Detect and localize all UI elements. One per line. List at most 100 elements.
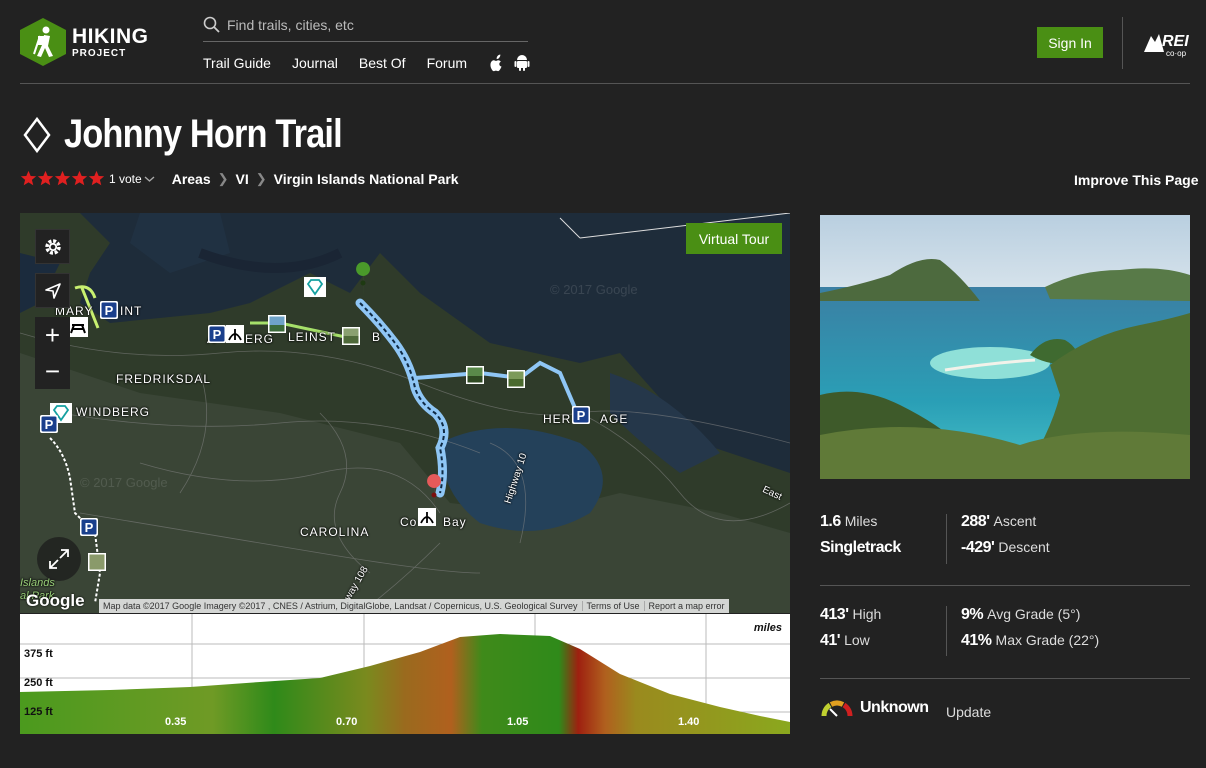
trail-type-stat: Singletrack bbox=[820, 539, 901, 565]
gear-icon bbox=[44, 238, 61, 255]
improve-page-link[interactable]: Improve This Page bbox=[1074, 172, 1198, 188]
map-label-windberg: WINDBERG bbox=[76, 405, 150, 419]
svg-text:REI: REI bbox=[1162, 33, 1189, 50]
photo-thumb-icon[interactable] bbox=[466, 366, 484, 384]
map-watermark: © 2017 Google bbox=[550, 282, 638, 297]
nav-best-of[interactable]: Best Of bbox=[359, 55, 406, 71]
elevation-profile[interactable]: miles 375 ft 250 ft 125 ft 0.35 0.70 1.0… bbox=[20, 614, 790, 734]
trail-type: Singletrack bbox=[820, 539, 901, 556]
rei-logo-icon[interactable]: REI co·op bbox=[1142, 26, 1192, 60]
sign-in-button[interactable]: Sign In bbox=[1037, 27, 1103, 58]
main-nav: Trail Guide Journal Best Of Forum bbox=[203, 54, 540, 72]
star-icon bbox=[71, 170, 88, 186]
beach-icon[interactable] bbox=[418, 508, 436, 526]
low-value: 41' bbox=[820, 632, 841, 649]
logo-line1: HIKING bbox=[72, 24, 149, 48]
y-tick-250: 250 ft bbox=[24, 677, 53, 689]
star-icon bbox=[88, 170, 105, 186]
star-icon bbox=[37, 170, 54, 186]
vote-count[interactable]: 1 vote bbox=[109, 172, 142, 186]
stats-block-1: 1.6 Miles Singletrack bbox=[820, 513, 901, 565]
zoom-out-button[interactable]: − bbox=[35, 353, 70, 389]
top-bar: HIKING PROJECT Trail Guide Journal Best … bbox=[0, 0, 1206, 84]
distance-value: 1.6 bbox=[820, 513, 841, 530]
update-conditions-link[interactable]: Update bbox=[946, 704, 991, 720]
parking-icon[interactable]: P bbox=[80, 518, 98, 536]
y-tick-125: 125 ft bbox=[24, 706, 53, 718]
photo-thumb-icon[interactable] bbox=[268, 315, 286, 333]
star-icon bbox=[54, 170, 71, 186]
logo-line2: PROJECT bbox=[72, 47, 127, 59]
avg-grade-stat: 9% Avg Grade (5°) bbox=[961, 606, 1099, 632]
viewpoint-icon[interactable] bbox=[304, 277, 326, 297]
stats-block-2: 288' Ascent -429' Descent bbox=[961, 513, 1050, 565]
max-grade-label: Max Grade (22°) bbox=[995, 632, 1100, 648]
high-value: 413' bbox=[820, 606, 849, 623]
breadcrumb-vi[interactable]: VI bbox=[236, 171, 249, 187]
nav-journal[interactable]: Journal bbox=[292, 55, 338, 71]
parking-icon[interactable]: P bbox=[100, 301, 118, 319]
high-stat: 413' High bbox=[820, 606, 881, 632]
x-tick-035: 0.35 bbox=[165, 716, 187, 728]
search-input[interactable] bbox=[227, 16, 517, 33]
x-tick-070: 0.70 bbox=[336, 716, 358, 728]
x-tick-140: 1.40 bbox=[678, 716, 700, 728]
condition-gauge-icon bbox=[821, 700, 853, 717]
photo-thumb-icon[interactable] bbox=[507, 370, 525, 388]
condition-status: Unknown bbox=[860, 699, 929, 716]
parking-icon[interactable]: P bbox=[572, 406, 590, 424]
stats-block-4: 9% Avg Grade (5°) 41% Max Grade (22°) bbox=[961, 606, 1099, 658]
map-settings-button[interactable] bbox=[35, 229, 70, 264]
map-data-credit: Map data ©2017 Google Imagery ©2017 , CN… bbox=[99, 601, 583, 611]
header-divider bbox=[1122, 17, 1123, 69]
search-icon bbox=[203, 16, 220, 33]
breadcrumb-areas[interactable]: Areas bbox=[172, 171, 211, 187]
android-icon[interactable] bbox=[514, 54, 530, 72]
descent-value: -429' bbox=[961, 539, 995, 556]
fullscreen-button[interactable] bbox=[37, 537, 81, 581]
hiking-project-logo[interactable]: HIKING PROJECT bbox=[20, 18, 149, 66]
y-tick-375: 375 ft bbox=[24, 648, 53, 660]
svg-text:P: P bbox=[85, 520, 94, 535]
parking-icon[interactable]: P bbox=[208, 325, 226, 343]
parking-icon[interactable]: P bbox=[40, 415, 58, 433]
ascent-stat: 288' Ascent bbox=[961, 513, 1050, 539]
apple-icon[interactable] bbox=[488, 54, 504, 72]
star-rating[interactable] bbox=[20, 170, 105, 187]
avg-grade-label: Avg Grade (5°) bbox=[987, 606, 1081, 622]
chevron-down-icon[interactable] bbox=[144, 175, 155, 183]
photo-thumb-icon[interactable] bbox=[88, 553, 106, 571]
virtual-tour-button[interactable]: Virtual Tour bbox=[686, 223, 782, 254]
map-watermark-2: © 2017 Google bbox=[80, 475, 168, 490]
search-bar bbox=[203, 8, 528, 42]
report-map-error-link[interactable]: Report a map error bbox=[645, 601, 729, 611]
trail-conditions: Unknown bbox=[820, 698, 929, 718]
map-label-int: INT bbox=[120, 304, 143, 318]
trail-map[interactable]: © 2017 Google © 2017 Google MARY INT A E… bbox=[20, 213, 790, 613]
max-grade-value: 41% bbox=[961, 632, 992, 649]
map-label-age: AGE bbox=[600, 412, 629, 426]
locate-me-button[interactable] bbox=[35, 273, 70, 308]
chevron-right-icon: ❯ bbox=[255, 170, 267, 186]
breadcrumb-park[interactable]: Virgin Islands National Park bbox=[274, 171, 459, 187]
nav-trail-guide[interactable]: Trail Guide bbox=[203, 55, 271, 71]
terms-of-use-link[interactable]: Terms of Use bbox=[583, 601, 645, 611]
svg-text:P: P bbox=[45, 417, 54, 432]
page-title: Johnny Horn Trail bbox=[64, 112, 343, 156]
picnic-icon[interactable] bbox=[68, 317, 88, 337]
beach-icon[interactable] bbox=[226, 325, 244, 343]
avg-grade-value: 9% bbox=[961, 606, 984, 623]
photo-thumb-icon[interactable] bbox=[342, 327, 360, 345]
map-label-her: HER bbox=[543, 412, 572, 426]
elevation-chart bbox=[20, 614, 790, 734]
ascent-label: Ascent bbox=[993, 513, 1037, 529]
svg-text:P: P bbox=[577, 408, 586, 423]
map-label-fredriksdal: FREDRIKSDAL bbox=[116, 372, 212, 386]
nav-forum[interactable]: Forum bbox=[427, 55, 467, 71]
x-tick-105: 1.05 bbox=[507, 716, 529, 728]
zoom-in-button[interactable]: + bbox=[35, 317, 70, 353]
location-arrow-icon bbox=[44, 282, 61, 299]
stats-rule-2 bbox=[820, 678, 1190, 679]
stats-rule-1 bbox=[820, 585, 1190, 586]
trail-photo[interactable] bbox=[820, 215, 1190, 479]
